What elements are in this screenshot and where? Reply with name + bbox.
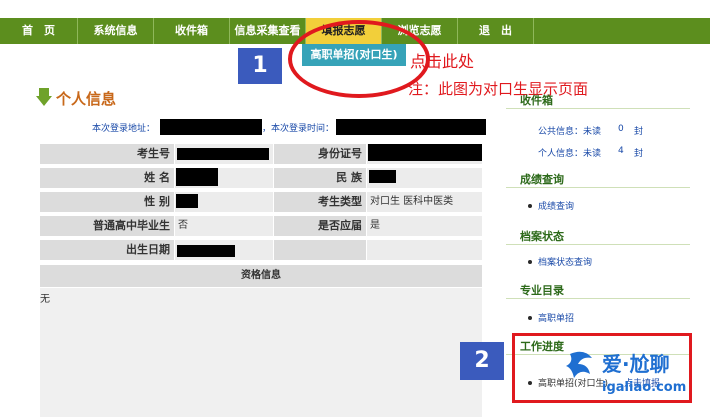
login-time-label: ，本次登录时间： [262, 124, 335, 134]
sidebar-inbox-title: 收件箱 [520, 94, 553, 107]
qualification-value: 无 [40, 294, 50, 305]
label-candidate-no: 考生号 [40, 144, 174, 164]
label-ethnicity: 民 族 [274, 168, 366, 188]
public-info-unit: 封 [634, 127, 644, 137]
score-query-link[interactable]: 成绩查询 [538, 199, 574, 212]
redacted-login-address [160, 119, 262, 135]
watermark-brand: 爱·尬聊 [602, 352, 670, 376]
annotation-note: 注：此图为对口生显示页面 [408, 80, 589, 98]
nav-exit[interactable]: 退 出 [458, 18, 534, 44]
personal-info-unit: 封 [634, 149, 644, 159]
nav-info-collection[interactable]: 信息采集查看 [230, 18, 306, 44]
watermark-url: igaliao.com [602, 380, 687, 395]
value-hs-graduate: 否 [175, 216, 273, 236]
public-info-link[interactable]: 公共信息：未读 [538, 124, 601, 137]
divider [506, 187, 690, 188]
qualification-header: 资格信息 [40, 265, 482, 287]
redacted-ethnicity [369, 170, 396, 183]
watermark-logo-icon [566, 351, 592, 378]
empty-cell-label [274, 240, 366, 260]
bullet-icon [528, 204, 532, 208]
sidebar-score-title: 成绩查询 [520, 173, 564, 186]
annotation-number-2: 2 [460, 342, 504, 380]
nav-system-info[interactable]: 系统信息 [78, 18, 154, 44]
sidebar-catalog-title: 专业目录 [520, 284, 564, 297]
divider [506, 244, 690, 245]
label-hs-graduate: 普通高中毕业生 [40, 216, 174, 236]
empty-cell-value [367, 240, 482, 260]
redacted-name [176, 168, 218, 186]
value-exam-type: 对口生 医科中医类 [367, 192, 482, 212]
personal-info-title: 个人信息 [56, 90, 117, 108]
value-fresh-graduate: 是 [367, 216, 482, 236]
divider [506, 108, 690, 109]
label-id-no: 身份证号 [274, 144, 366, 164]
label-fresh-graduate: 是否应届 [274, 216, 366, 236]
pin-icon [36, 88, 52, 106]
nav-home[interactable]: 首 页 [0, 18, 78, 44]
redacted-login-time [336, 119, 486, 135]
bullet-icon [528, 316, 532, 320]
redacted-gender [176, 194, 198, 208]
personal-info-link[interactable]: 个人信息：未读 [538, 146, 601, 159]
annotation-click-here: 点击此处 [410, 52, 475, 71]
qualification-body [40, 288, 482, 417]
redacted-id-no [368, 144, 482, 161]
login-address-label: 本次登录地址： [92, 124, 156, 134]
catalog-link-vocational[interactable]: 高职单招 [538, 311, 574, 324]
watermark: 爱·尬聊 igaliao.com [562, 342, 702, 412]
personal-info-count: 4 [618, 146, 624, 156]
public-info-count: 0 [618, 124, 624, 134]
redacted-birthday [177, 245, 235, 257]
label-gender: 性 别 [40, 192, 174, 212]
label-exam-type: 考生类型 [274, 192, 366, 212]
bullet-icon [528, 260, 532, 264]
divider [506, 298, 690, 299]
nav-inbox[interactable]: 收件箱 [154, 18, 230, 44]
annotation-number-1: 1 [238, 48, 282, 84]
archive-query-link[interactable]: 档案状态查询 [538, 255, 592, 268]
label-birthday: 出生日期 [40, 240, 174, 260]
redacted-candidate-no [177, 148, 269, 160]
label-name: 姓 名 [40, 168, 174, 188]
sidebar-archive-title: 档案状态 [520, 230, 564, 243]
